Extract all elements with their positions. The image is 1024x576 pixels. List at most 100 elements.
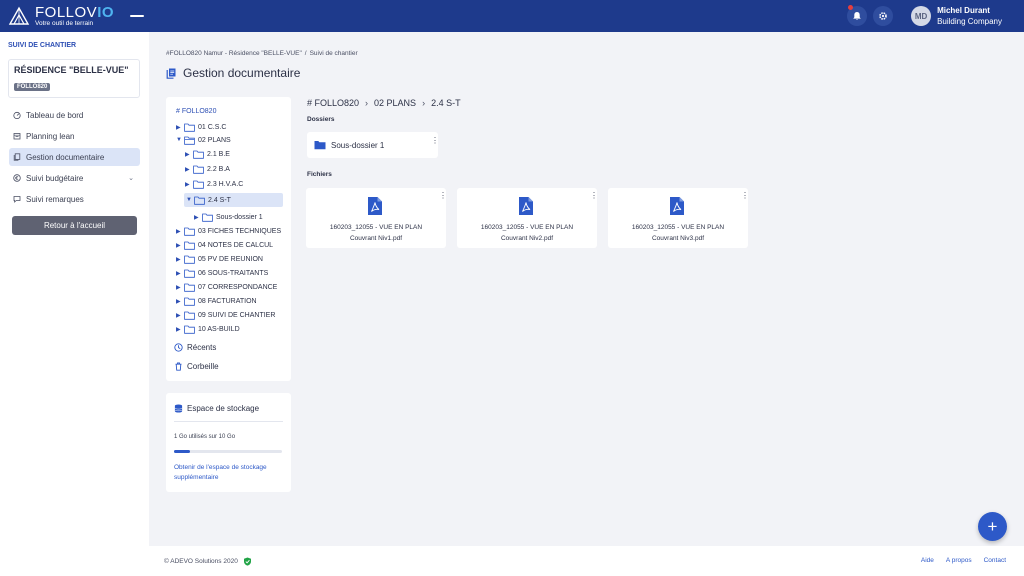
euro-icon xyxy=(13,174,21,182)
gear-icon xyxy=(879,12,887,20)
collapse-icon[interactable]: ▼ xyxy=(186,197,194,203)
tree-node[interactable]: ▶ 2.3 H.V.A.C xyxy=(185,177,243,191)
expand-icon[interactable]: ▶ xyxy=(185,151,193,158)
documents-icon xyxy=(13,153,21,161)
tree-node-selected[interactable]: ▼ 2.4 S-T xyxy=(184,193,283,207)
sidebar-item-suivi-remarques[interactable]: Suivi remarques xyxy=(9,190,140,208)
folder-tree-panel: # FOLLO820 ▶ 01 C.S.C ▼ 02 PLANS ▶ 2.1 B… xyxy=(166,97,291,381)
sidebar-item-gestion-documentaire[interactable]: Gestion documentaire xyxy=(9,148,140,166)
chevron-right-icon: › xyxy=(365,98,369,108)
expand-icon[interactable]: ▶ xyxy=(176,228,184,235)
tree-node-label: Sous-dossier 1 xyxy=(216,213,263,221)
file-card[interactable]: 160203_12055 - VUE EN PLAN Couvrant Niv3.… xyxy=(608,188,749,248)
tree-node[interactable]: ▶ 2.2 B.A xyxy=(185,162,230,176)
expand-icon[interactable]: ▶ xyxy=(176,256,184,263)
tree-node[interactable]: ▶ 01 C.S.C xyxy=(176,120,226,134)
project-code-badge: FOLLO820 xyxy=(14,83,51,91)
sidebar-item-planning-lean[interactable]: Planning lean xyxy=(9,127,140,145)
logo-icon xyxy=(8,6,30,25)
sidebar-item-label: Gestion documentaire xyxy=(26,152,105,162)
menu-toggle-button[interactable] xyxy=(130,15,144,17)
tree-root[interactable]: # FOLLO820 xyxy=(176,108,216,115)
user-name: Michel Durant xyxy=(937,6,990,15)
contact-link[interactable]: Contact xyxy=(984,557,1006,564)
expand-icon[interactable]: ▶ xyxy=(176,242,184,249)
more-options-icon[interactable]: ⋮ xyxy=(590,192,598,200)
folder-icon xyxy=(184,241,195,250)
sidebar-item-label: Planning lean xyxy=(26,131,75,141)
more-options-icon[interactable]: ⋮ xyxy=(431,137,439,145)
sidebar-item-tableau-de-bord[interactable]: Tableau de bord xyxy=(9,106,140,124)
breadcrumb-item[interactable]: #FOLLO820 Namur - Résidence "BELLE-VUE" xyxy=(166,50,302,57)
user-menu[interactable]: Michel Durant Building Company xyxy=(937,5,1002,27)
settings-button[interactable] xyxy=(873,6,894,26)
storage-title-text: Espace de stockage xyxy=(187,404,260,413)
breadcrumb-item[interactable]: Suivi de chantier xyxy=(310,50,358,57)
sidebar-item-label: Suivi remarques xyxy=(26,194,84,204)
tree-node[interactable]: ▶ 10 AS-BUILD xyxy=(176,322,240,336)
expand-icon[interactable]: ▶ xyxy=(185,181,193,188)
chevron-down-icon: ⌄ xyxy=(128,175,134,182)
more-options-icon[interactable]: ⋮ xyxy=(741,192,749,200)
folder-icon xyxy=(184,283,195,292)
project-name: RÉSIDENCE "BELLE-VUE" xyxy=(14,65,129,75)
about-link[interactable]: A propos xyxy=(946,557,972,564)
sidebar-item-suivi-budgetaire[interactable]: Suivi budgétaire ⌄ xyxy=(9,169,140,187)
shield-check-icon xyxy=(243,557,251,566)
expand-icon[interactable]: ▶ xyxy=(176,326,184,333)
comment-icon xyxy=(13,196,21,203)
app-name: FOLLOVIO xyxy=(35,3,115,21)
tree-node[interactable]: ▶ 06 SOUS-TRAITANTS xyxy=(176,266,268,280)
recent-link[interactable]: Récents xyxy=(174,343,216,352)
bell-icon xyxy=(853,12,861,20)
more-options-icon[interactable]: ⋮ xyxy=(439,192,447,200)
storage-title: Espace de stockage xyxy=(174,404,259,413)
expand-icon[interactable]: ▶ xyxy=(176,284,184,291)
tree-node-label: 2.4 S-T xyxy=(208,196,231,204)
calendar-icon xyxy=(13,133,21,140)
path-item[interactable]: # FOLLO820 xyxy=(307,98,359,108)
folder-icon xyxy=(184,325,195,334)
tree-node-label: 07 CORRESPONDANCE xyxy=(198,283,278,291)
tree-node[interactable]: ▶ 03 FICHES TECHNIQUES xyxy=(176,224,281,238)
tree-node[interactable]: ▶ 07 CORRESPONDANCE xyxy=(176,280,277,294)
documents-icon xyxy=(166,68,176,79)
add-button[interactable]: + xyxy=(978,512,1007,541)
file-card[interactable]: 160203_12055 - VUE EN PLAN Couvrant Niv1.… xyxy=(306,188,447,248)
app-logo[interactable]: FOLLOVIO Votre outil de terrain xyxy=(8,5,120,28)
trash-link[interactable]: Corbeille xyxy=(174,362,219,371)
tree-node[interactable]: ▶ 05 PV DE REUNION xyxy=(176,252,263,266)
folder-name: Sous-dossier 1 xyxy=(331,140,385,150)
path-item[interactable]: 2.4 S-T xyxy=(431,98,461,108)
folder-icon xyxy=(184,255,195,264)
tree-node[interactable]: ▶ 04 NOTES DE CALCUL xyxy=(176,238,273,252)
expand-icon[interactable]: ▶ xyxy=(176,312,184,319)
clock-icon xyxy=(174,343,183,352)
tree-node[interactable]: ▶ Sous-dossier 1 xyxy=(194,210,263,224)
notifications-button[interactable] xyxy=(847,5,868,26)
expand-icon[interactable]: ▶ xyxy=(176,298,184,305)
collapse-icon[interactable]: ▼ xyxy=(176,137,184,143)
expand-icon[interactable]: ▶ xyxy=(176,124,184,131)
expand-icon[interactable]: ▶ xyxy=(194,214,202,221)
tree-node[interactable]: ▼ 02 PLANS xyxy=(176,133,231,147)
tree-node[interactable]: ▶ 09 SUIVI DE CHANTIER xyxy=(176,308,275,322)
avatar[interactable]: MD xyxy=(911,6,932,26)
top-bar: FOLLOVIO Votre outil de terrain MD Miche… xyxy=(0,0,1024,32)
tree-node[interactable]: ▶ 08 FACTURATION xyxy=(176,294,257,308)
get-more-storage-link[interactable]: Obtenir de l'espace de stockage suppléme… xyxy=(174,463,284,483)
tree-node-label: 10 AS-BUILD xyxy=(198,325,240,333)
folder-card[interactable]: Sous-dossier 1 xyxy=(307,132,438,158)
file-name: 160203_12055 - VUE EN PLAN Couvrant Niv2.… xyxy=(480,224,574,242)
chevron-right-icon: › xyxy=(422,98,426,108)
expand-icon[interactable]: ▶ xyxy=(176,270,184,277)
tree-node[interactable]: ▶ 2.1 B.E xyxy=(185,147,230,161)
back-home-button[interactable]: Retour à l'accueil xyxy=(12,216,137,235)
expand-icon[interactable]: ▶ xyxy=(185,166,193,173)
path-item[interactable]: 02 PLANS xyxy=(374,98,416,108)
tree-node-label: 2.2 B.A xyxy=(207,165,230,173)
help-link[interactable]: Aide xyxy=(921,557,934,564)
folder-open-icon xyxy=(184,136,195,145)
storage-panel: Espace de stockage 1 Go utilisés sur 10 … xyxy=(166,393,291,492)
file-card[interactable]: 160203_12055 - VUE EN PLAN Couvrant Niv2.… xyxy=(457,188,598,248)
